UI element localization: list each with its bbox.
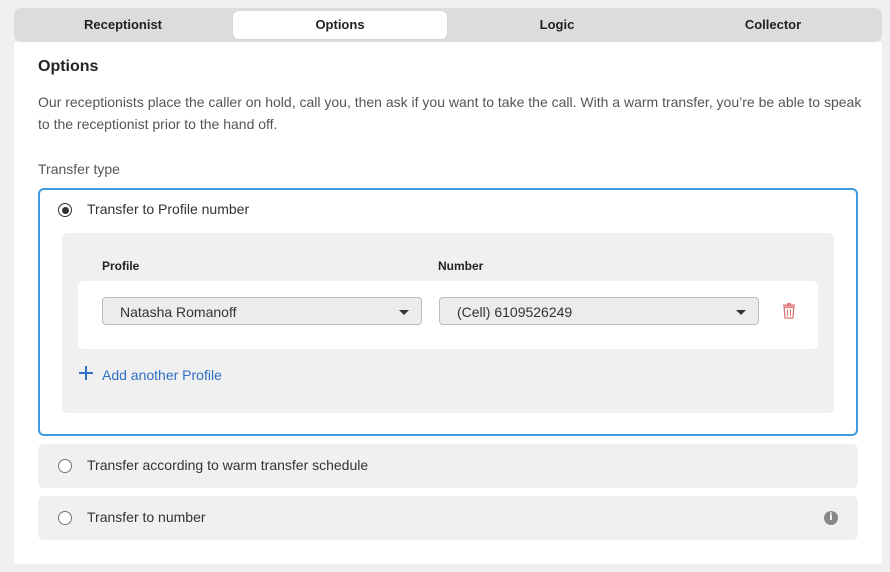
info-icon[interactable]: i <box>824 511 838 525</box>
radio-warm-transfer-schedule[interactable] <box>58 459 72 473</box>
profile-column-header: Profile <box>102 259 140 273</box>
chevron-down-icon <box>399 310 409 315</box>
option-warm-transfer-schedule[interactable]: Transfer according to warm transfer sche… <box>38 444 858 488</box>
tab-logic[interactable]: Logic <box>452 11 662 39</box>
option-label: Transfer according to warm transfer sche… <box>87 457 369 473</box>
table-row: Natasha Romanoff (Cell) 6109526249 <box>78 281 818 349</box>
trash-icon[interactable] <box>782 303 796 324</box>
description-text: Our receptionists place the caller on ho… <box>38 94 862 132</box>
radio-transfer-to-profile[interactable] <box>58 203 72 217</box>
tab-collector[interactable]: Collector <box>668 11 878 39</box>
tab-receptionist[interactable]: Receptionist <box>18 11 228 39</box>
profile-select-value: Natasha Romanoff <box>120 304 237 320</box>
add-profile-label: Add another Profile <box>102 367 222 383</box>
radio-transfer-to-number[interactable] <box>58 511 72 525</box>
chevron-down-icon <box>736 310 746 315</box>
add-profile-button[interactable]: Add another Profile <box>78 365 222 385</box>
option-label: Transfer to number <box>87 509 206 525</box>
number-select[interactable]: (Cell) 6109526249 <box>439 297 759 325</box>
option-transfer-to-profile: Transfer to Profile number Profile Numbe… <box>38 188 858 436</box>
transfer-type-label: Transfer type <box>38 161 120 177</box>
options-panel: Options Our receptionists place the call… <box>14 42 882 564</box>
tab-bar: Receptionist Options Logic Collector <box>14 8 882 42</box>
option-label: Transfer to Profile number <box>87 201 250 217</box>
tab-options[interactable]: Options <box>233 11 447 39</box>
number-column-header: Number <box>438 259 484 273</box>
page-title: Options <box>38 58 99 75</box>
number-select-value: (Cell) 6109526249 <box>457 304 573 320</box>
option-transfer-to-number[interactable]: Transfer to number i <box>38 496 858 540</box>
plus-icon <box>78 365 94 386</box>
profile-table: Profile Number Natasha Romanoff (Cell) 6… <box>62 233 834 413</box>
profile-select[interactable]: Natasha Romanoff <box>102 297 422 325</box>
